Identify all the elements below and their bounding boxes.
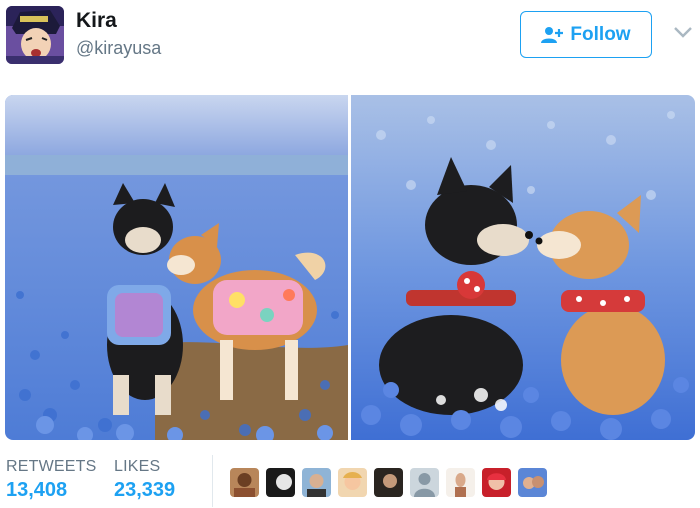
likes-stat[interactable]: LIKES 23,339: [114, 458, 175, 502]
liker-avatar[interactable]: [374, 468, 403, 497]
anime-avatar-icon: [6, 6, 64, 64]
likers-avatar-list: [230, 468, 554, 497]
shiba-dogs-flower-field-photo: [5, 95, 348, 440]
user-display-name[interactable]: Kira: [76, 9, 117, 33]
shiba-dogs-nose-to-nose-photo: [351, 95, 695, 440]
liker-avatar[interactable]: [266, 468, 295, 497]
avatar-icon: [482, 468, 511, 497]
liker-avatar[interactable]: [518, 468, 547, 497]
follow-button-label: Follow: [570, 23, 631, 45]
avatar-icon: [230, 468, 259, 497]
tweet-photo-2[interactable]: [351, 95, 695, 440]
liker-avatar[interactable]: [230, 468, 259, 497]
liker-avatar[interactable]: [446, 468, 475, 497]
tweet-menu-caret[interactable]: [672, 24, 694, 40]
liker-avatar[interactable]: [338, 468, 367, 497]
likes-label: LIKES: [114, 458, 161, 475]
user-avatar[interactable]: [6, 6, 64, 64]
stats-divider: [212, 455, 213, 507]
liker-avatar[interactable]: [482, 468, 511, 497]
avatar-icon: [266, 468, 295, 497]
retweets-label: RETWEETS: [6, 458, 97, 475]
liker-avatar[interactable]: [302, 468, 331, 497]
avatar-icon: [302, 468, 331, 497]
follow-button[interactable]: Follow: [520, 11, 652, 58]
tweet-photo-1[interactable]: [5, 95, 348, 440]
add-user-icon: [541, 26, 564, 43]
user-handle[interactable]: @kirayusa: [76, 38, 161, 59]
likes-count: 23,339: [114, 479, 176, 501]
chevron-down-icon: [674, 27, 692, 38]
retweets-stat[interactable]: RETWEETS 13,408: [6, 458, 97, 502]
liker-avatar[interactable]: [410, 468, 439, 497]
retweets-count: 13,408: [6, 479, 68, 501]
avatar-icon: [338, 468, 367, 497]
avatar-icon: [518, 468, 547, 497]
default-avatar-icon: [410, 468, 439, 497]
avatar-icon: [446, 468, 475, 497]
avatar-icon: [374, 468, 403, 497]
